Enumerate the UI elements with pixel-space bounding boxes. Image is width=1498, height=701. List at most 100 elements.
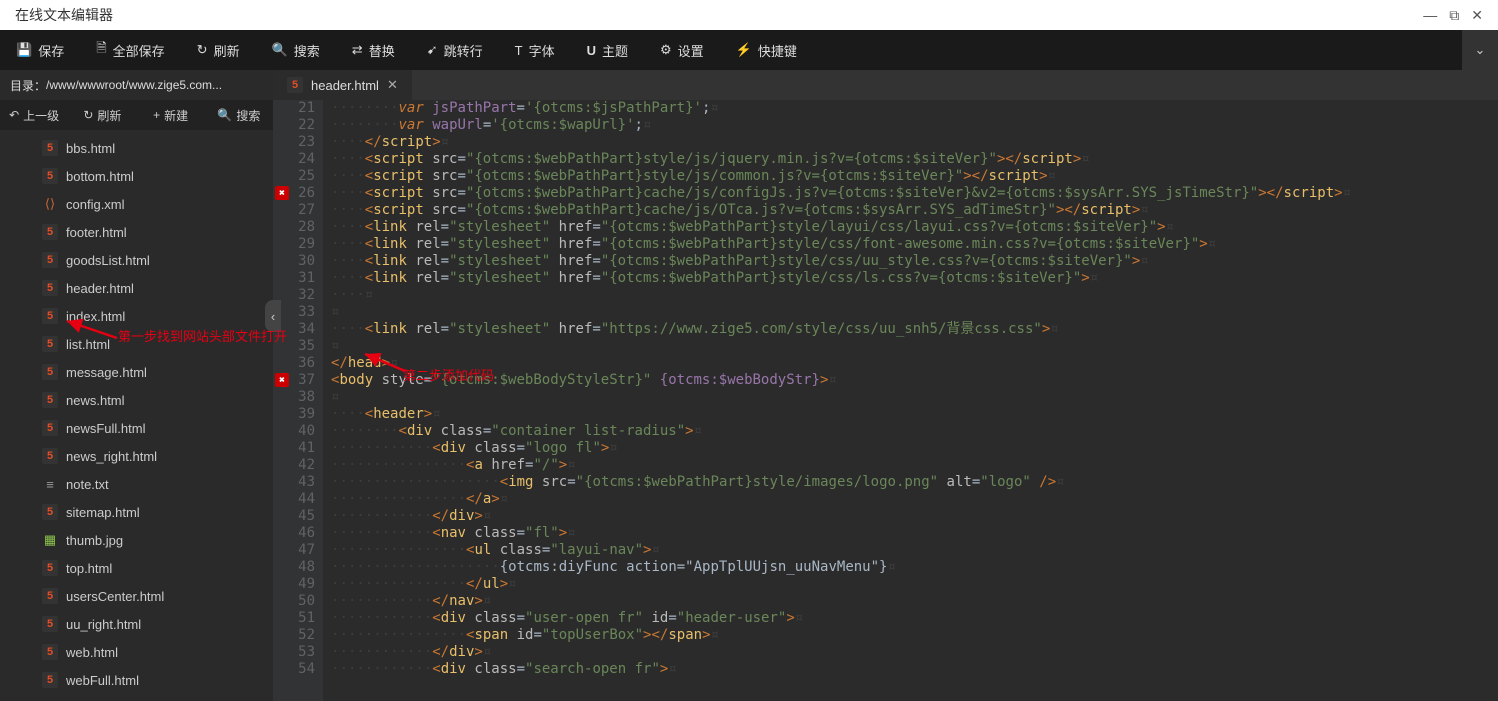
- file-item[interactable]: 5goodsList.html: [0, 246, 273, 274]
- theme-button[interactable]: U主题: [571, 30, 644, 70]
- code-line[interactable]: ····</script>¤: [331, 134, 1498, 151]
- code-line[interactable]: ················</ul>¤: [331, 576, 1498, 593]
- file-item[interactable]: 5list.html: [0, 330, 273, 358]
- settings-button[interactable]: ⚙设置: [644, 30, 720, 70]
- file-item[interactable]: 5uu_right.html: [0, 610, 273, 638]
- file-item[interactable]: 5news_right.html: [0, 442, 273, 470]
- file-item[interactable]: ⟨⟩config.xml: [0, 190, 273, 218]
- code-line[interactable]: ········var jsPathPart='{otcms:$jsPathPa…: [331, 100, 1498, 117]
- code-area[interactable]: 212223242526✖2728293031323334353637✖3839…: [273, 100, 1498, 701]
- code-line[interactable]: ················</a>¤: [331, 491, 1498, 508]
- save-icon: 💾: [16, 42, 32, 58]
- code-line[interactable]: ········var wapUrl='{otcms:$wapUrl}';¤: [331, 117, 1498, 134]
- file-name: web.html: [66, 645, 118, 660]
- code-line[interactable]: ¤: [331, 304, 1498, 321]
- html-icon: 5: [42, 420, 58, 436]
- file-item[interactable]: 5webFull.html: [0, 666, 273, 694]
- sidebar-refresh-button[interactable]: ↻刷新: [68, 100, 136, 130]
- code-line[interactable]: ············</nav>¤: [331, 593, 1498, 610]
- gutter: 212223242526✖2728293031323334353637✖3839…: [273, 100, 323, 701]
- code-line[interactable]: ········<div class="container list-radiu…: [331, 423, 1498, 440]
- code-line[interactable]: ····<script src="{otcms:$webPathPart}sty…: [331, 151, 1498, 168]
- code-line[interactable]: </head>¤: [331, 355, 1498, 372]
- replace-button[interactable]: ⇄替换: [336, 30, 411, 70]
- editor: 5 header.html ✕ 212223242526✖27282930313…: [273, 70, 1498, 701]
- code-line[interactable]: ····················<img src="{otcms:$we…: [331, 474, 1498, 491]
- collapse-sidebar-button[interactable]: ‹: [265, 300, 281, 332]
- maximize-icon[interactable]: ⧉: [1449, 7, 1459, 24]
- saveall-button[interactable]: 🗎全部保存: [80, 30, 180, 70]
- code-line[interactable]: ············</div>¤: [331, 644, 1498, 661]
- code-line[interactable]: ····<header>¤: [331, 406, 1498, 423]
- toolbar-chevron-button[interactable]: ⌄: [1462, 30, 1498, 70]
- file-name: uu_right.html: [66, 617, 141, 632]
- up-button[interactable]: ↶上一级: [0, 100, 68, 130]
- html-icon: 5: [42, 168, 58, 184]
- code-line[interactable]: ¤: [331, 338, 1498, 355]
- code-line[interactable]: ····<link rel="stylesheet" href="{otcms:…: [331, 219, 1498, 236]
- code-line[interactable]: <body style="{otcms:$webBodyStyleStr}" {…: [331, 372, 1498, 389]
- new-button[interactable]: +新建: [137, 100, 205, 130]
- code-line[interactable]: ····<script src="{otcms:$webPathPart}sty…: [331, 168, 1498, 185]
- close-tab-icon[interactable]: ✕: [387, 77, 398, 93]
- search-button[interactable]: 🔍搜索: [256, 30, 336, 70]
- window-title: 在线文本编辑器: [15, 5, 113, 25]
- file-item[interactable]: 5web.html: [0, 638, 273, 666]
- save-button[interactable]: 💾 保存: [0, 30, 80, 70]
- code-line[interactable]: ············<div class="logo fl">¤: [331, 440, 1498, 457]
- file-item[interactable]: 5message.html: [0, 358, 273, 386]
- file-item[interactable]: 5news.html: [0, 386, 273, 414]
- code-line[interactable]: ····<link rel="stylesheet" href="{otcms:…: [331, 236, 1498, 253]
- code-line[interactable]: ················<span id="topUserBox"></…: [331, 627, 1498, 644]
- shortcut-button[interactable]: ⚡快捷键: [720, 30, 813, 70]
- goto-button[interactable]: ➹跳转行: [411, 30, 499, 70]
- code-line[interactable]: ············<div class="search-open fr">…: [331, 661, 1498, 678]
- sidebar-search-button[interactable]: 🔍搜索: [205, 100, 273, 130]
- minimize-icon[interactable]: —: [1423, 7, 1437, 23]
- file-item[interactable]: 5top.html: [0, 554, 273, 582]
- path-bar: 目录：/www/wwwroot/www.zige5.com...: [0, 70, 273, 100]
- file-list[interactable]: 5bbs.html5bottom.html⟨⟩config.xml5footer…: [0, 130, 273, 701]
- file-name: list.html: [66, 337, 110, 352]
- refresh-button[interactable]: ↻刷新: [181, 30, 256, 70]
- file-item[interactable]: 5newsFull.html: [0, 414, 273, 442]
- saveall-icon: 🗎: [96, 39, 106, 61]
- code-content[interactable]: ········var jsPathPart='{otcms:$jsPathPa…: [323, 100, 1498, 701]
- code-line[interactable]: ············<nav class="fl">¤: [331, 525, 1498, 542]
- file-name: footer.html: [66, 225, 127, 240]
- file-item[interactable]: 5sitemap.html: [0, 498, 273, 526]
- code-line[interactable]: ····<link rel="stylesheet" href="{otcms:…: [331, 270, 1498, 287]
- html-icon: 5: [42, 280, 58, 296]
- code-line[interactable]: ····<link rel="stylesheet" href="https:/…: [331, 321, 1498, 338]
- title-bar: 在线文本编辑器 — ⧉ ✕: [0, 0, 1498, 30]
- file-item[interactable]: 5bbs.html: [0, 134, 273, 162]
- save-label: 保存: [38, 41, 64, 60]
- file-item[interactable]: 5index.html: [0, 302, 273, 330]
- file-item[interactable]: 5footer.html: [0, 218, 273, 246]
- code-line[interactable]: ············</div>¤: [331, 508, 1498, 525]
- code-line[interactable]: ············<div class="user-open fr" id…: [331, 610, 1498, 627]
- sidebar-refresh-label: 刷新: [97, 107, 121, 124]
- xml-icon: ⟨⟩: [42, 196, 58, 212]
- file-item[interactable]: ▦thumb.jpg: [0, 526, 273, 554]
- file-name: top.html: [66, 561, 112, 576]
- refresh-icon: ↻: [197, 42, 208, 58]
- close-icon[interactable]: ✕: [1471, 7, 1483, 24]
- bolt-icon: ⚡: [736, 42, 752, 58]
- tab-header-html[interactable]: 5 header.html ✕: [273, 70, 412, 100]
- code-line[interactable]: ····<script src="{otcms:$webPathPart}cac…: [331, 202, 1498, 219]
- font-button[interactable]: T字体: [499, 30, 571, 70]
- code-line[interactable]: ················<a href="/">¤: [331, 457, 1498, 474]
- code-line[interactable]: ····················{otcms:diyFunc actio…: [331, 559, 1498, 576]
- file-item[interactable]: 5bottom.html: [0, 162, 273, 190]
- file-item[interactable]: 5usersCenter.html: [0, 582, 273, 610]
- code-line[interactable]: ····<script src="{otcms:$webPathPart}cac…: [331, 185, 1498, 202]
- code-line[interactable]: ¤: [331, 389, 1498, 406]
- file-name: sitemap.html: [66, 505, 140, 520]
- code-line[interactable]: ····<link rel="stylesheet" href="{otcms:…: [331, 253, 1498, 270]
- code-line[interactable]: ····¤: [331, 287, 1498, 304]
- code-line[interactable]: ················<ul class="layui-nav">¤: [331, 542, 1498, 559]
- file-item[interactable]: 5header.html: [0, 274, 273, 302]
- file-name: message.html: [66, 365, 147, 380]
- file-item[interactable]: ≡note.txt: [0, 470, 273, 498]
